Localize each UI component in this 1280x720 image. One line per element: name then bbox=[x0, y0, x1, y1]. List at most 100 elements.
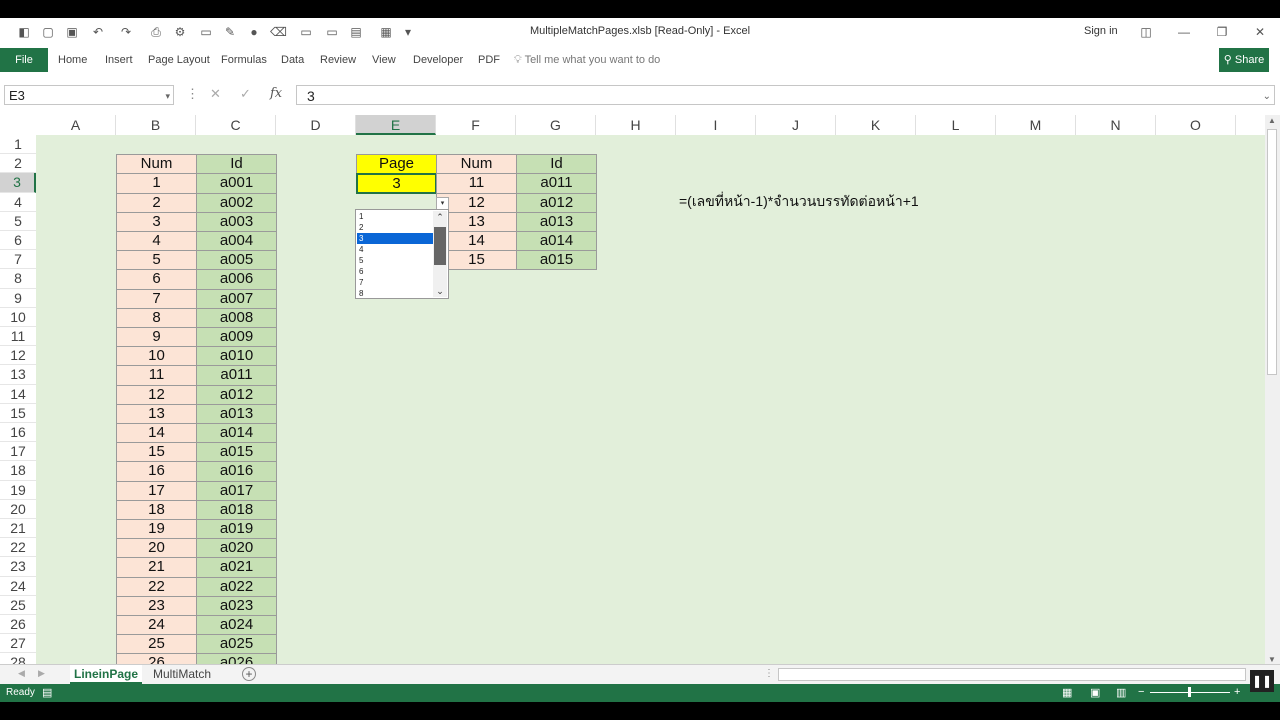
table-cell-num[interactable]: 24 bbox=[116, 615, 197, 636]
dropdown-scrollbar[interactable]: ⌃ ⌄ bbox=[433, 211, 447, 297]
minimize-icon[interactable]: — bbox=[1174, 22, 1194, 42]
row-header-7[interactable]: 7 bbox=[0, 250, 36, 270]
table-cell-id[interactable]: a021 bbox=[196, 557, 277, 578]
prev-sheet-icon[interactable]: ◀ bbox=[18, 668, 25, 679]
split-handle-icon[interactable]: ⋮ bbox=[764, 668, 774, 679]
column-header-b[interactable]: B bbox=[116, 115, 196, 135]
tab-page-layout[interactable]: Page Layout bbox=[148, 54, 210, 66]
page-table-cell-id[interactable]: a013 bbox=[516, 211, 597, 232]
tell-me-search[interactable]: 💡︎ Tell me what you want to do bbox=[514, 54, 660, 67]
page-table-cell-id[interactable]: a011 bbox=[516, 173, 597, 194]
table-cell-id[interactable]: a024 bbox=[196, 615, 277, 636]
row-header-25[interactable]: 25 bbox=[0, 596, 36, 615]
insert-function-icon[interactable]: fx bbox=[270, 86, 282, 101]
table-cell-num[interactable]: 16 bbox=[116, 461, 197, 482]
row-header-14[interactable]: 14 bbox=[0, 385, 36, 404]
table-cell-num[interactable]: 2 bbox=[116, 192, 197, 213]
vertical-scroll-thumb[interactable] bbox=[1267, 129, 1277, 375]
table-cell-id[interactable]: a006 bbox=[196, 269, 277, 290]
dropdown-option[interactable]: 3 bbox=[357, 233, 433, 244]
expand-formula-icon[interactable]: ⌄ bbox=[1263, 87, 1271, 107]
row-header-20[interactable]: 20 bbox=[0, 500, 36, 519]
row-header-9[interactable]: 9 bbox=[0, 289, 36, 308]
table-cell-id[interactable]: a007 bbox=[196, 288, 277, 309]
table-cell-id[interactable]: a015 bbox=[196, 442, 277, 463]
select-all-corner[interactable] bbox=[0, 115, 36, 135]
column-header-m[interactable]: M bbox=[996, 115, 1076, 135]
table-cell-num[interactable]: 23 bbox=[116, 595, 197, 616]
table-cell-id[interactable]: a009 bbox=[196, 327, 277, 348]
page-table-cell-id[interactable]: a014 bbox=[516, 231, 597, 252]
chevron-down-icon[interactable]: ▾ bbox=[165, 86, 170, 106]
table-cell-num[interactable]: 10 bbox=[116, 346, 197, 367]
table-cell-id[interactable]: a001 bbox=[196, 173, 277, 194]
table-cell-num[interactable]: 19 bbox=[116, 519, 197, 540]
normal-view-icon[interactable]: ▦ bbox=[1062, 686, 1072, 699]
worksheet-grid[interactable]: ABCDEFGHIJKLMNO 1 2 3 4 5 6 7 8 9 10 11 12 13 14 15 16 1… bbox=[0, 115, 1265, 665]
tab-data[interactable]: Data bbox=[281, 54, 304, 66]
table-cell-id[interactable]: a004 bbox=[196, 231, 277, 252]
dropdown-option[interactable]: 4 bbox=[357, 244, 433, 255]
ribbon-display-icon[interactable]: ◫ bbox=[1136, 22, 1156, 42]
dropdown-option[interactable]: 8 bbox=[357, 288, 433, 298]
page-number-cell[interactable]: 3 bbox=[356, 173, 437, 194]
table-cell-num[interactable]: 18 bbox=[116, 499, 197, 520]
macro-record-icon[interactable]: ▤ bbox=[42, 686, 52, 699]
row-header-13[interactable]: 13 bbox=[0, 365, 36, 385]
scroll-up-icon[interactable]: ⌃ bbox=[433, 211, 447, 223]
dropdown-option[interactable]: 7 bbox=[357, 277, 433, 288]
table-cell-num[interactable]: 4 bbox=[116, 231, 197, 252]
tab-review[interactable]: Review bbox=[320, 54, 356, 66]
validation-dropdown-list[interactable]: 12345678 ⌃ ⌄ bbox=[355, 209, 449, 299]
tab-pdf[interactable]: PDF bbox=[478, 54, 500, 66]
tab-view[interactable]: View bbox=[372, 54, 396, 66]
sheet-tab-lineinpage[interactable]: LineinPage bbox=[70, 665, 142, 684]
dropdown-option[interactable]: 6 bbox=[357, 266, 433, 277]
cancel-icon[interactable]: ✕ bbox=[210, 86, 221, 102]
table-cell-num[interactable]: 8 bbox=[116, 307, 197, 328]
row-header-11[interactable]: 11 bbox=[0, 327, 36, 347]
table-cell-id[interactable]: a020 bbox=[196, 538, 277, 559]
row-header-5[interactable]: 5 bbox=[0, 212, 36, 231]
table-cell-id[interactable]: a013 bbox=[196, 403, 277, 424]
scroll-up-arrow-icon[interactable]: ▲ bbox=[1268, 116, 1276, 125]
table-cell-id[interactable]: a014 bbox=[196, 423, 277, 444]
tab-developer[interactable]: Developer bbox=[413, 54, 463, 66]
zoom-out-icon[interactable]: − bbox=[1138, 686, 1144, 698]
table-cell-num[interactable]: 21 bbox=[116, 557, 197, 578]
table-cell-num[interactable]: 6 bbox=[116, 269, 197, 290]
table-cell-num[interactable]: 20 bbox=[116, 538, 197, 559]
row-header-1[interactable]: 1 bbox=[0, 135, 36, 155]
column-header-n[interactable]: N bbox=[1076, 115, 1156, 135]
column-header-g[interactable]: G bbox=[516, 115, 596, 135]
dropdown-option[interactable]: 5 bbox=[357, 255, 433, 266]
column-header-f[interactable]: F bbox=[436, 115, 516, 135]
formula-input[interactable]: 3 ⌄ bbox=[296, 85, 1275, 105]
column-header-k[interactable]: K bbox=[836, 115, 916, 135]
tab-file[interactable]: File bbox=[0, 48, 48, 72]
table-cell-id[interactable]: a003 bbox=[196, 211, 277, 232]
row-header-24[interactable]: 24 bbox=[0, 577, 36, 596]
table-cell-num[interactable]: 1 bbox=[116, 173, 197, 194]
column-header-a[interactable]: A bbox=[36, 115, 116, 135]
table-cell-id[interactable]: a011 bbox=[196, 365, 277, 386]
page-table-header-id[interactable]: Id bbox=[516, 154, 597, 175]
page-layout-view-icon[interactable]: ▣ bbox=[1090, 686, 1100, 699]
dropdown-scroll-thumb[interactable] bbox=[434, 227, 446, 265]
table-cell-id[interactable]: a017 bbox=[196, 480, 277, 501]
table-header-num[interactable]: Num bbox=[116, 154, 197, 175]
row-header-15[interactable]: 15 bbox=[0, 404, 36, 423]
name-box[interactable]: E3 ▾ bbox=[4, 85, 174, 105]
row-header-16[interactable]: 16 bbox=[0, 423, 36, 443]
table-cell-num[interactable]: 13 bbox=[116, 403, 197, 424]
table-cell-id[interactable]: a018 bbox=[196, 499, 277, 520]
table-cell-id[interactable]: a025 bbox=[196, 634, 277, 655]
table-cell-num[interactable]: 11 bbox=[116, 365, 197, 386]
close-icon[interactable]: ✕ bbox=[1250, 22, 1270, 42]
zoom-slider-knob[interactable] bbox=[1188, 687, 1191, 697]
page-table-header-num[interactable]: Num bbox=[436, 154, 517, 175]
dropdown-option[interactable]: 2 bbox=[357, 222, 433, 233]
row-header-17[interactable]: 17 bbox=[0, 442, 36, 462]
row-header-2[interactable]: 2 bbox=[0, 154, 36, 174]
scroll-down-icon[interactable]: ⌄ bbox=[433, 285, 447, 297]
